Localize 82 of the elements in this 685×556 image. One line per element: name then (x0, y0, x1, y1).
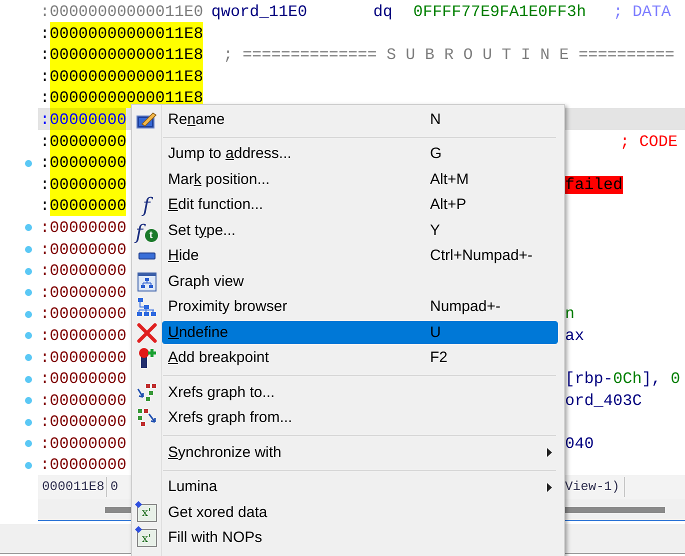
menu-item[interactable]: Get xored data (162, 501, 558, 524)
minus-icon (138, 252, 156, 260)
menu-item[interactable]: Xrefs graph from... (162, 406, 558, 430)
menu-item[interactable]: Jump to address... G (162, 142, 558, 166)
menu-item[interactable]: Set type... Y (162, 219, 558, 242)
menu-item[interactable]: Lumina (162, 476, 558, 499)
cross-icon (136, 322, 156, 343)
address-colon: : (40, 304, 50, 326)
address-colon: : (40, 326, 50, 347)
address: 00000000 (50, 282, 126, 304)
address-colon: : (40, 218, 50, 239)
address-colon: : (40, 110, 50, 131)
error-text: failed (565, 176, 623, 194)
menu-item[interactable]: Xrefs graph to... (162, 381, 558, 404)
address: 00000000000011E8 (50, 43, 204, 68)
code-text: dq (373, 2, 394, 23)
menu-item[interactable]: Mark position... Alt+M (162, 168, 558, 192)
address: 00000000 (50, 369, 126, 390)
address-colon: : (40, 412, 50, 434)
code-text: 0FFFF77E9FA1E0FF3h (413, 2, 588, 23)
address-colon: : (40, 455, 50, 476)
code-text: ], (642, 370, 662, 388)
address: 00000000 (50, 348, 126, 368)
graph-arrow-icon (136, 408, 158, 428)
address: 00000000 (50, 240, 126, 261)
code-text: [rbp- (565, 370, 614, 388)
address-colon: : (40, 369, 50, 390)
menu-item[interactable]: Edit function... Alt+P (162, 194, 558, 217)
code-text: 0Ch (613, 370, 642, 388)
address: 00000000 (50, 194, 126, 218)
address-colon: : (40, 240, 50, 261)
menu-item[interactable]: Fill with NOPs (162, 526, 558, 550)
menu-item[interactable]: Graph view (162, 270, 558, 294)
code-text: qword_11E0 (211, 2, 308, 23)
address-colon: : (40, 88, 50, 110)
menu-item[interactable]: Undefine U (162, 321, 558, 344)
code-text: ax (565, 326, 584, 345)
hierarchy-icon (136, 297, 158, 318)
function-icon: f (142, 195, 150, 216)
address-colon: : (40, 2, 50, 23)
menu-item[interactable]: Proximity browser Numpad+- (162, 296, 558, 319)
address-colon: : (40, 348, 50, 368)
offset-status: 000011E8 (42, 477, 108, 497)
pencil-icon (136, 110, 158, 130)
address-colon: : (40, 45, 50, 66)
xor-icon: x' (136, 529, 156, 548)
address: 00000000 (50, 390, 126, 412)
graph-arrow-icon (136, 382, 158, 403)
address: 00000000 (50, 151, 126, 176)
address-colon: : (40, 153, 50, 174)
address-colon: : (40, 434, 50, 455)
xor-icon: x' (136, 504, 156, 522)
subroutine-comment: ; ============== S U B R O U T I N E ========== (223, 45, 675, 66)
column-status: 0 (109, 478, 118, 496)
address: 00000000 (50, 434, 126, 455)
address-colon: : (40, 196, 50, 218)
menu-item[interactable]: Rename N (162, 108, 558, 132)
code-text: ; CODE (620, 132, 678, 151)
address-colon: : (40, 261, 50, 282)
address: 00000000 (50, 326, 126, 347)
address-colon: : (40, 66, 50, 88)
address: 00000000 (50, 304, 126, 326)
address: 00000000 (50, 455, 126, 476)
address-colon: : (40, 282, 50, 304)
address: 00000000 (50, 218, 126, 239)
address-colon: : (40, 174, 50, 196)
code-text: 040 (565, 434, 594, 453)
address: 00000000 (50, 412, 126, 434)
address: 00000000 (50, 108, 126, 132)
menu-item[interactable]: Add breakpoint F2 (162, 346, 558, 370)
address: 00000000000011E0 (50, 2, 204, 23)
code-text: 0 (670, 370, 680, 388)
code-text: ord_403C (565, 392, 642, 410)
graph-window-icon (136, 272, 156, 292)
code-text: ; DATA (613, 2, 671, 23)
address: 00000000 (50, 261, 126, 282)
address-colon: : (40, 390, 50, 412)
code-text: n (565, 305, 575, 324)
address-colon: : (40, 24, 50, 45)
menu-item[interactable]: Hide Ctrl+Numpad+- (162, 244, 558, 268)
menu-item[interactable]: Synchronize with (162, 441, 558, 464)
address-colon: : (40, 132, 50, 153)
